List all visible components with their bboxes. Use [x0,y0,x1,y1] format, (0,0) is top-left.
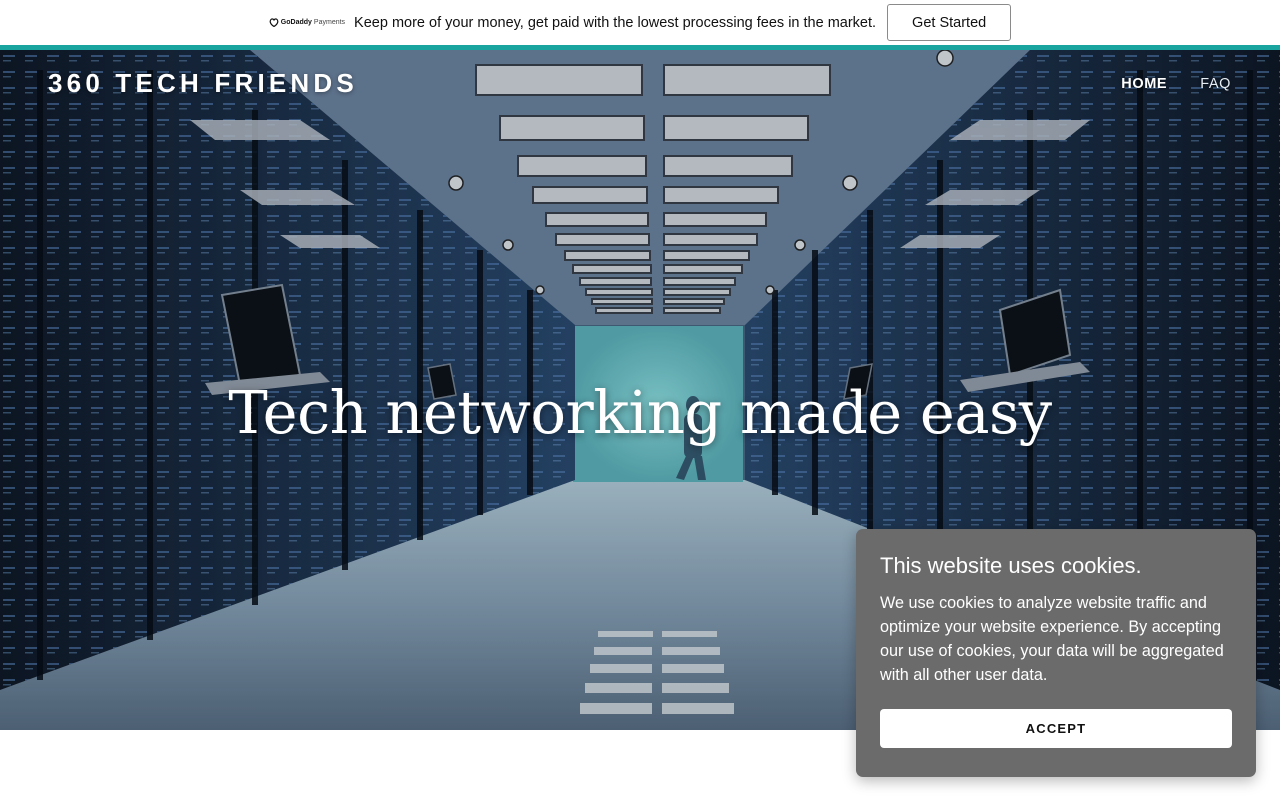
promo-message: Keep more of your money, get paid with t… [354,14,877,31]
site-title[interactable]: 360 TECH FRIENDS [48,68,358,99]
nav-item-home[interactable]: HOME [1121,76,1167,92]
godaddy-logo-icon [269,18,279,27]
promo-banner: GoDaddy Payments Keep more of your money… [0,0,1280,45]
cookie-message: We use cookies to analyze website traffi… [880,594,1224,684]
get-started-button[interactable]: Get Started [887,4,1012,41]
cookie-notice: This website uses cookies. We use cookie… [856,529,1256,777]
logo-light-text: Payments [313,19,346,26]
godaddy-payments-logo: GoDaddy Payments [269,18,345,27]
nav-item-faq[interactable]: FAQ [1200,76,1231,92]
cookie-title: This website uses cookies. [880,553,1142,578]
main-nav: HOME FAQ [1121,76,1231,92]
accept-cookies-button[interactable]: ACCEPT [880,709,1232,748]
logo-bold-text: GoDaddy [280,19,312,26]
hero-heading: Tech networking made easy [228,378,1052,447]
